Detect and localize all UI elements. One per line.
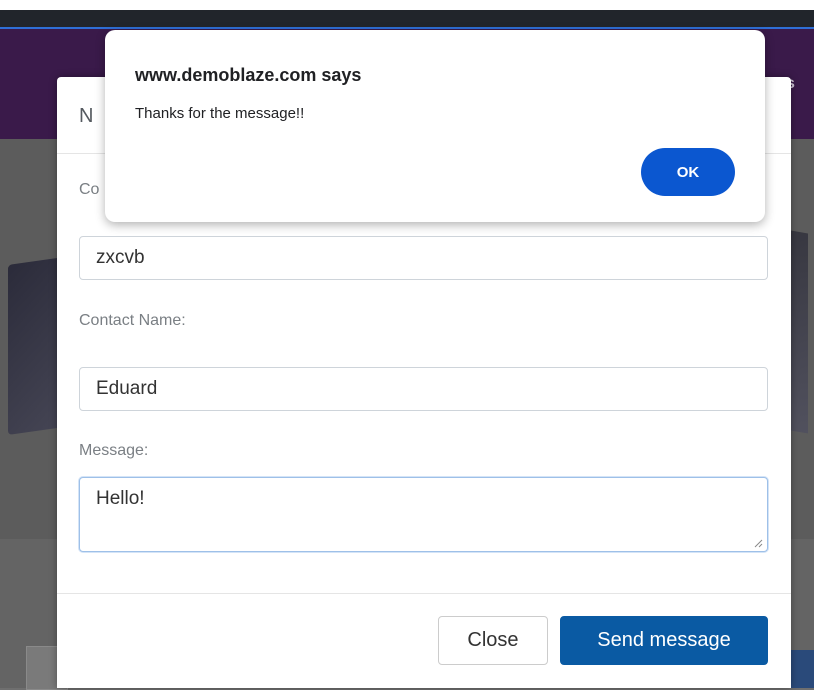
top-strip (0, 0, 814, 10)
send-message-button[interactable]: Send message (560, 616, 768, 665)
alert-ok-button[interactable]: OK (641, 148, 735, 196)
contact-name-label: Contact Name: (79, 312, 186, 329)
modal-title: N (79, 105, 94, 127)
alert-title: www.demoblaze.com says (135, 65, 362, 85)
contact-name-input[interactable] (79, 367, 768, 411)
resize-handle-icon[interactable] (753, 538, 763, 548)
contact-email-label: Co (79, 181, 100, 198)
alert-message: Thanks for the message!! (135, 105, 305, 122)
modal-footer: Close Send message (57, 593, 791, 689)
close-button[interactable]: Close (438, 616, 548, 665)
browser-toolbar (0, 10, 814, 29)
message-textarea[interactable]: Hello! (79, 477, 768, 552)
browser-alert-dialog: www.demoblaze.com says Thanks for the me… (105, 30, 765, 222)
contact-email-input[interactable] (79, 236, 768, 280)
message-label: Message: (79, 442, 149, 459)
